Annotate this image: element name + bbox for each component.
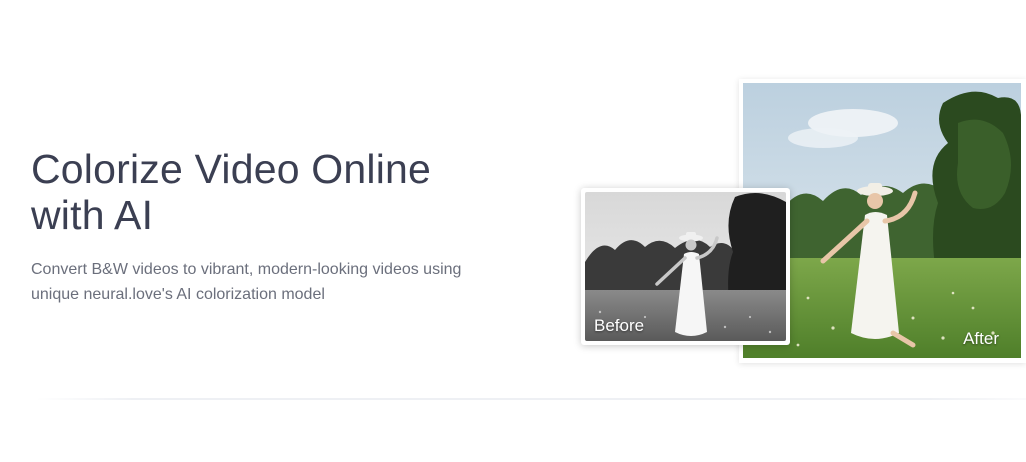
before-photo: Before [585, 192, 786, 341]
title-line-1: Colorize Video Online [31, 146, 432, 192]
hero-section: Colorize Video Online with AI Convert B&… [0, 0, 1026, 462]
before-label: Before [594, 316, 645, 335]
page-title: Colorize Video Online with AI [31, 146, 501, 238]
after-label: After [963, 329, 999, 348]
title-line-2: with AI [31, 192, 154, 238]
description-line-1: Convert B&W videos to vibrant, modern-lo… [31, 261, 462, 278]
hero-description: Convert B&W videos to vibrant, modern-lo… [31, 257, 521, 307]
before-image-card: Before [581, 188, 790, 345]
section-divider [36, 398, 1026, 400]
description-line-2: unique neural.love's AI colorization mod… [31, 286, 325, 303]
